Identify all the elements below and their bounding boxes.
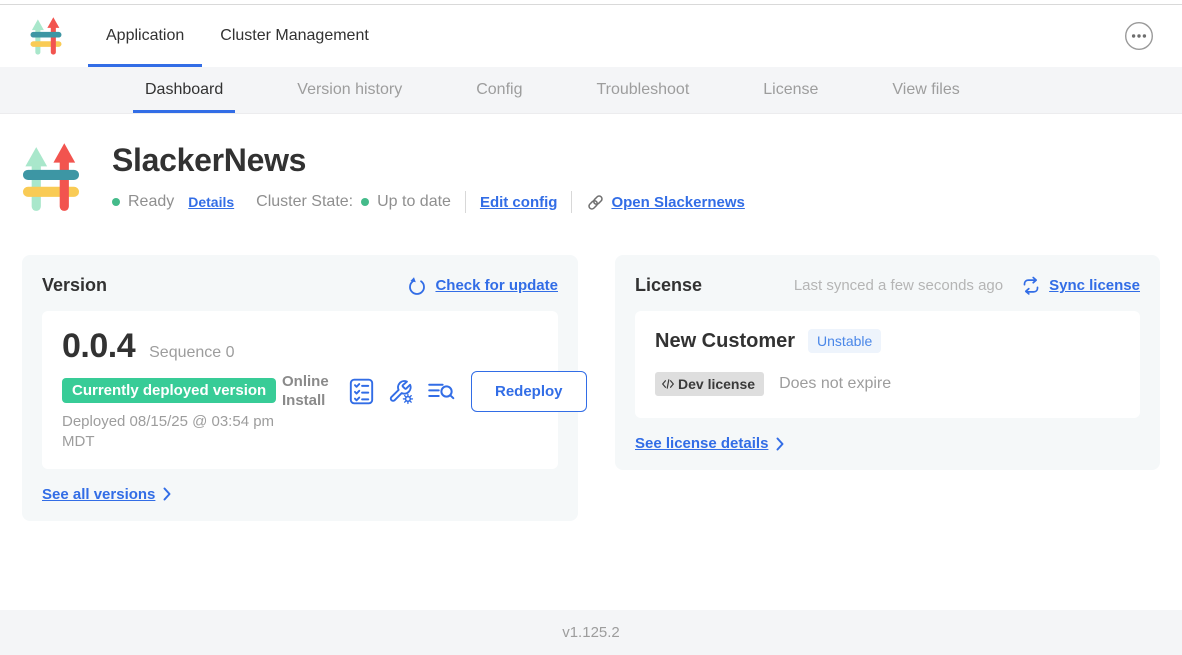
- tab-version-history[interactable]: Version history: [285, 67, 414, 113]
- deployed-timestamp: Deployed 08/15/25 @ 03:54 pm MDT: [62, 412, 282, 453]
- app-status-row: Ready Details Cluster State: Up to date …: [112, 191, 745, 213]
- divider: [571, 191, 572, 213]
- current-version-panel: 0.0.4 Sequence 0 Currently deployed vers…: [42, 311, 558, 469]
- deployed-badge: Currently deployed version: [62, 378, 276, 403]
- dashboard-cards: Version Check for update 0.0.4 Sequence: [22, 255, 1160, 521]
- checklist-icon: [349, 378, 374, 405]
- license-type-label: Dev license: [678, 376, 755, 392]
- tab-application[interactable]: Application: [88, 5, 202, 67]
- version-card-title: Version: [42, 275, 107, 296]
- lines-magnifier-icon: [427, 379, 456, 404]
- refresh-icon: [407, 276, 427, 296]
- last-synced-text: Last synced a few seconds ago: [794, 277, 1003, 294]
- cluster-status-text: Up to date: [377, 193, 451, 211]
- primary-header: Application Cluster Management: [0, 5, 1182, 67]
- app-header-block: SlackerNews Ready Details Cluster State:…: [22, 140, 1160, 218]
- license-expiration: Does not expire: [779, 375, 891, 393]
- license-detail-panel: New Customer Unstable Dev license: [635, 311, 1140, 418]
- sequence-label: Sequence 0: [149, 344, 234, 362]
- version-number: 0.0.4: [62, 327, 135, 366]
- preflight-checks-button[interactable]: [349, 378, 374, 405]
- see-all-versions-label: See all versions: [42, 486, 155, 503]
- app-icon: [22, 140, 80, 218]
- redeploy-button[interactable]: Redeploy: [471, 371, 587, 412]
- cluster-status-dot: [361, 198, 369, 206]
- console-version: v1.125.2: [562, 624, 620, 641]
- tab-troubleshoot[interactable]: Troubleshoot: [584, 67, 701, 113]
- open-slackernews-label: Open Slackernews: [611, 194, 744, 211]
- sync-license-link[interactable]: Sync license: [1021, 276, 1140, 296]
- tab-config[interactable]: Config: [464, 67, 534, 113]
- license-card: License Last synced a few seconds ago Sy…: [615, 255, 1160, 470]
- see-license-details-link[interactable]: See license details: [635, 435, 784, 452]
- wrench-gear-icon: [387, 378, 414, 405]
- divider: [465, 191, 466, 213]
- admin-console-page: Application Cluster Management Dashboard…: [0, 0, 1182, 655]
- primary-tabs: Application Cluster Management: [88, 5, 387, 67]
- details-link[interactable]: Details: [188, 194, 234, 210]
- see-license-details-label: See license details: [635, 435, 768, 452]
- ellipsis-icon: [1124, 21, 1154, 51]
- chevron-right-icon: [163, 487, 171, 501]
- more-menu-button[interactable]: [1124, 21, 1154, 51]
- sync-license-label: Sync license: [1049, 277, 1140, 294]
- app-status-text: Ready: [128, 193, 174, 211]
- license-card-title: License: [635, 275, 702, 296]
- view-files-button[interactable]: [427, 379, 456, 404]
- channel-badge: Unstable: [808, 329, 881, 353]
- install-type-label: Online Install: [282, 373, 336, 411]
- page-title: SlackerNews: [112, 142, 745, 179]
- check-for-update-label: Check for update: [435, 277, 558, 294]
- app-status-dot: [112, 198, 120, 206]
- link-icon: [586, 193, 605, 212]
- license-type-badge: Dev license: [655, 372, 764, 396]
- sync-arrows-icon: [1021, 276, 1041, 296]
- console-footer: v1.125.2: [0, 610, 1182, 655]
- tab-license[interactable]: License: [751, 67, 830, 113]
- check-for-update-link[interactable]: Check for update: [407, 276, 558, 296]
- open-slackernews-link[interactable]: Open Slackernews: [586, 193, 744, 212]
- version-card: Version Check for update 0.0.4 Sequence: [22, 255, 578, 521]
- customer-name: New Customer: [655, 330, 795, 353]
- dashboard-main: SlackerNews Ready Details Cluster State:…: [0, 114, 1182, 610]
- cluster-state-label: Cluster State:: [256, 193, 353, 211]
- slackernews-logo-icon: [30, 16, 62, 67]
- chevron-right-icon: [776, 437, 784, 451]
- tab-view-files[interactable]: View files: [880, 67, 971, 113]
- see-all-versions-link[interactable]: See all versions: [42, 486, 171, 503]
- code-icon: [661, 378, 675, 390]
- tab-cluster-management[interactable]: Cluster Management: [202, 5, 387, 67]
- tab-dashboard[interactable]: Dashboard: [133, 67, 235, 113]
- app-subnav: Dashboard Version history Config Trouble…: [0, 67, 1182, 114]
- edit-config-link[interactable]: Edit config: [480, 194, 558, 211]
- view-config-button[interactable]: [387, 378, 414, 405]
